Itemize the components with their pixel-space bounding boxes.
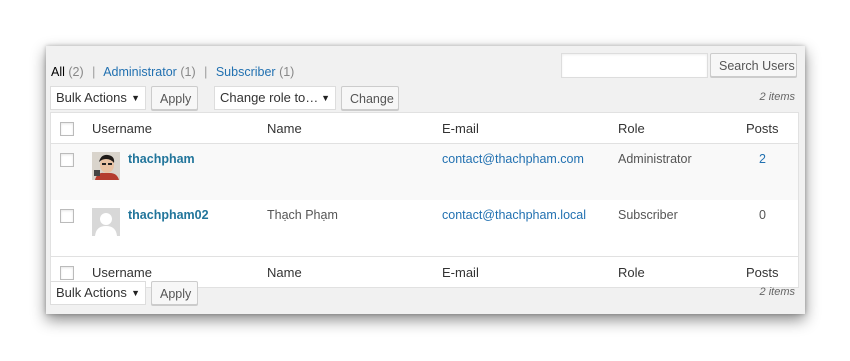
change-role-select[interactable]: Change role to… ▼ xyxy=(214,86,336,110)
apply-button-bottom[interactable]: Apply xyxy=(151,281,198,305)
role-cell: Subscriber xyxy=(618,208,678,222)
email-link[interactable]: contact@thachpham.local xyxy=(442,208,586,222)
bulk-actions-label: Bulk Actions xyxy=(56,285,127,300)
posts-link[interactable]: 2 xyxy=(759,152,766,166)
header-checkbox-cell xyxy=(50,112,92,144)
posts-cell: 2 xyxy=(746,143,799,200)
bulk-actions-select-top[interactable]: Bulk Actions ▼ xyxy=(50,86,146,110)
apply-button-top[interactable]: Apply xyxy=(151,86,198,110)
column-username[interactable]: Username xyxy=(92,112,267,144)
dropdown-arrow-icon: ▼ xyxy=(321,93,330,103)
change-role-label: Change role to… xyxy=(220,90,319,105)
bulk-actions-label: Bulk Actions xyxy=(56,90,127,105)
dropdown-arrow-icon: ▼ xyxy=(131,93,140,103)
role-cell: Administrator xyxy=(618,143,746,200)
filter-all-label[interactable]: All xyxy=(51,65,65,79)
username-cell: thachpham xyxy=(92,143,267,200)
bulk-actions-select-bottom[interactable]: Bulk Actions ▼ xyxy=(50,281,146,305)
filter-subscriber-count: (1) xyxy=(279,65,295,79)
table-header-row: Username Name E-mail Role Posts xyxy=(50,112,799,144)
change-role-button[interactable]: Change xyxy=(341,86,399,110)
username-cell: thachpham02 xyxy=(92,200,267,257)
dropdown-arrow-icon: ▼ xyxy=(131,288,140,298)
email-cell: contact@thachpham.com xyxy=(442,143,618,200)
filter-separator: | xyxy=(92,65,96,79)
column-email[interactable]: E-mail xyxy=(442,112,618,144)
email-link[interactable]: contact@thachpham.com xyxy=(442,152,584,166)
filter-separator: | xyxy=(204,65,208,79)
column-name[interactable]: Name xyxy=(267,112,442,144)
row-checkbox-cell xyxy=(51,200,93,257)
name-cell: Thạch Phạm xyxy=(267,208,338,222)
column-posts[interactable]: Posts xyxy=(746,112,799,144)
filter-all-count: (2) xyxy=(68,65,84,79)
search-input[interactable] xyxy=(561,53,708,78)
posts-cell: 0 xyxy=(759,208,766,222)
row-checkbox-cell xyxy=(50,143,92,200)
column-role: Role xyxy=(618,256,746,288)
select-all-checkbox-bottom[interactable] xyxy=(60,265,74,280)
filter-administrator-link[interactable]: Administrator xyxy=(103,65,177,79)
default-avatar-icon xyxy=(92,208,120,236)
name-cell xyxy=(267,143,442,200)
column-email[interactable]: E-mail xyxy=(442,256,618,288)
role-filters: All (2) | Administrator (1) | Subscriber… xyxy=(51,65,294,79)
table-row: thachpham02 Thạch Phạm contact@thachpham… xyxy=(51,200,799,257)
column-posts[interactable]: Posts xyxy=(746,256,799,288)
users-panel: All (2) | Administrator (1) | Subscriber… xyxy=(46,46,805,314)
username-link[interactable]: thachpham02 xyxy=(128,208,209,222)
row-checkbox[interactable] xyxy=(60,209,74,223)
items-count-bottom: 2 items xyxy=(759,286,795,298)
search-users-button[interactable]: Search Users xyxy=(710,53,797,77)
column-name[interactable]: Name xyxy=(267,256,442,288)
column-role: Role xyxy=(618,112,746,144)
items-count-top: 2 items xyxy=(759,91,795,103)
filter-subscriber-link[interactable]: Subscriber xyxy=(216,65,276,79)
filter-administrator-count: (1) xyxy=(180,65,196,79)
users-table: Username Name E-mail Role Posts thachpha… xyxy=(50,112,799,288)
row-checkbox[interactable] xyxy=(60,153,74,167)
table-row: thachpham contact@thachpham.com Administ… xyxy=(50,143,799,200)
photo-avatar-icon xyxy=(92,152,120,180)
username-link[interactable]: thachpham xyxy=(128,152,195,166)
email-cell: contact@thachpham.local xyxy=(442,200,618,257)
select-all-checkbox[interactable] xyxy=(60,121,74,136)
